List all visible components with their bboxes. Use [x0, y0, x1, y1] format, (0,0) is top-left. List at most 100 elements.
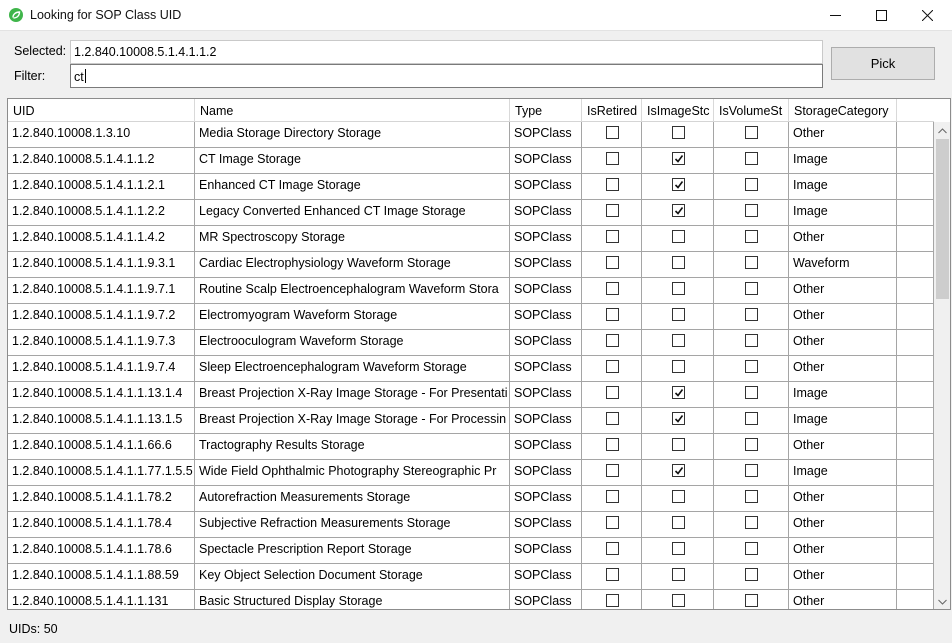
cell-type[interactable]: SOPClass	[510, 538, 582, 564]
checkbox[interactable]	[606, 464, 619, 477]
cell-storagecategory[interactable]: Other	[789, 486, 897, 512]
checkbox[interactable]	[745, 282, 758, 295]
cell-uid[interactable]: 1.2.840.10008.5.1.4.1.1.78.2	[8, 486, 195, 512]
table-row[interactable]: 1.2.840.10008.5.1.4.1.1.2.2 Legacy Conver…	[8, 200, 934, 226]
cell-name[interactable]: Electromyogram Waveform Storage	[195, 304, 510, 330]
checkbox[interactable]	[606, 282, 619, 295]
cell-name[interactable]: Breast Projection X-Ray Image Storage - …	[195, 382, 510, 408]
checkbox[interactable]	[606, 230, 619, 243]
table-row[interactable]: 1.2.840.10008.5.1.4.1.1.131 Basic Structu…	[8, 590, 934, 609]
checkbox[interactable]	[606, 256, 619, 269]
checkbox[interactable]	[672, 204, 685, 217]
table-row[interactable]: 1.2.840.10008.5.1.4.1.1.9.7.1 Routine Sca…	[8, 278, 934, 304]
table-row[interactable]: 1.2.840.10008.5.1.4.1.1.9.3.1 Cardiac Ele…	[8, 252, 934, 278]
table-row[interactable]: 1.2.840.10008.5.1.4.1.1.88.59 Key Object …	[8, 564, 934, 590]
column-header-uid[interactable]: UID	[8, 99, 195, 122]
checkbox[interactable]	[606, 152, 619, 165]
cell-name[interactable]: Spectacle Prescription Report Storage	[195, 538, 510, 564]
cell-storagecategory[interactable]: Waveform	[789, 252, 897, 278]
checkbox[interactable]	[745, 178, 758, 191]
cell-storagecategory[interactable]: Image	[789, 382, 897, 408]
cell-name[interactable]: Routine Scalp Electroencephalogram Wavef…	[195, 278, 510, 304]
checkbox[interactable]	[745, 308, 758, 321]
cell-type[interactable]: SOPClass	[510, 148, 582, 174]
cell-name[interactable]: Cardiac Electrophysiology Waveform Stora…	[195, 252, 510, 278]
checkbox[interactable]	[745, 152, 758, 165]
cell-name[interactable]: Enhanced CT Image Storage	[195, 174, 510, 200]
vertical-scrollbar[interactable]	[934, 122, 950, 609]
checkbox[interactable]	[672, 230, 685, 243]
pick-button[interactable]: Pick	[831, 47, 935, 80]
checkbox[interactable]	[606, 490, 619, 503]
cell-storagecategory[interactable]: Other	[789, 356, 897, 382]
checkbox[interactable]	[745, 516, 758, 529]
table-row[interactable]: 1.2.840.10008.5.1.4.1.1.2 CT Image Storag…	[8, 148, 934, 174]
cell-storagecategory[interactable]: Other	[789, 564, 897, 590]
cell-storagecategory[interactable]: Other	[789, 330, 897, 356]
cell-uid[interactable]: 1.2.840.10008.5.1.4.1.1.2.2	[8, 200, 195, 226]
table-row[interactable]: 1.2.840.10008.5.1.4.1.1.78.6 Spectacle Pr…	[8, 538, 934, 564]
checkbox[interactable]	[745, 412, 758, 425]
cell-name[interactable]: MR Spectroscopy Storage	[195, 226, 510, 252]
checkbox[interactable]	[672, 360, 685, 373]
cell-uid[interactable]: 1.2.840.10008.5.1.4.1.1.66.6	[8, 434, 195, 460]
checkbox[interactable]	[672, 568, 685, 581]
cell-uid[interactable]: 1.2.840.10008.5.1.4.1.1.2.1	[8, 174, 195, 200]
cell-storagecategory[interactable]: Image	[789, 408, 897, 434]
checkbox[interactable]	[672, 178, 685, 191]
checkbox[interactable]	[672, 464, 685, 477]
checkbox[interactable]	[672, 386, 685, 399]
checkbox[interactable]	[606, 178, 619, 191]
checkbox[interactable]	[672, 256, 685, 269]
scroll-down-icon[interactable]	[934, 593, 950, 609]
checkbox[interactable]	[606, 568, 619, 581]
cell-name[interactable]: Basic Structured Display Storage	[195, 590, 510, 609]
checkbox[interactable]	[606, 412, 619, 425]
table-row[interactable]: 1.2.840.10008.5.1.4.1.1.78.4 Subjective R…	[8, 512, 934, 538]
cell-type[interactable]: SOPClass	[510, 590, 582, 609]
cell-name[interactable]: Wide Field Ophthalmic Photography Stereo…	[195, 460, 510, 486]
cell-storagecategory[interactable]: Image	[789, 148, 897, 174]
checkbox[interactable]	[606, 204, 619, 217]
cell-storagecategory[interactable]: Other	[789, 122, 897, 148]
table-row[interactable]: 1.2.840.10008.5.1.4.1.1.4.2 MR Spectrosco…	[8, 226, 934, 252]
table-row[interactable]: 1.2.840.10008.5.1.4.1.1.9.7.2 Electromyog…	[8, 304, 934, 330]
scroll-up-icon[interactable]	[934, 122, 950, 139]
checkbox[interactable]	[745, 438, 758, 451]
checkbox[interactable]	[745, 334, 758, 347]
cell-uid[interactable]: 1.2.840.10008.5.1.4.1.1.78.4	[8, 512, 195, 538]
minimize-button[interactable]	[812, 0, 858, 31]
cell-type[interactable]: SOPClass	[510, 226, 582, 252]
checkbox[interactable]	[745, 230, 758, 243]
cell-type[interactable]: SOPClass	[510, 330, 582, 356]
cell-type[interactable]: SOPClass	[510, 278, 582, 304]
checkbox[interactable]	[672, 516, 685, 529]
cell-storagecategory[interactable]: Other	[789, 226, 897, 252]
column-header-storagecategory[interactable]: StorageCategory	[789, 99, 897, 122]
table-row[interactable]: 1.2.840.10008.5.1.4.1.1.78.2 Autorefracti…	[8, 486, 934, 512]
table-row[interactable]: 1.2.840.10008.5.1.4.1.1.2.1 Enhanced CT I…	[8, 174, 934, 200]
checkbox[interactable]	[672, 412, 685, 425]
table-row[interactable]: 1.2.840.10008.5.1.4.1.1.13.1.4 Breast Pro…	[8, 382, 934, 408]
scrollbar-thumb[interactable]	[936, 139, 949, 299]
cell-uid[interactable]: 1.2.840.10008.5.1.4.1.1.13.1.4	[8, 382, 195, 408]
checkbox[interactable]	[672, 542, 685, 555]
cell-type[interactable]: SOPClass	[510, 252, 582, 278]
checkbox[interactable]	[745, 386, 758, 399]
checkbox[interactable]	[672, 308, 685, 321]
checkbox[interactable]	[606, 334, 619, 347]
close-button[interactable]	[904, 0, 950, 31]
cell-name[interactable]: Subjective Refraction Measurements Stora…	[195, 512, 510, 538]
cell-type[interactable]: SOPClass	[510, 304, 582, 330]
cell-type[interactable]: SOPClass	[510, 174, 582, 200]
table-row[interactable]: 1.2.840.10008.5.1.4.1.1.13.1.5 Breast Pro…	[8, 408, 934, 434]
cell-name[interactable]: Autorefraction Measurements Storage	[195, 486, 510, 512]
checkbox[interactable]	[672, 126, 685, 139]
checkbox[interactable]	[606, 516, 619, 529]
checkbox[interactable]	[672, 334, 685, 347]
cell-storagecategory[interactable]: Other	[789, 434, 897, 460]
cell-storagecategory[interactable]: Other	[789, 538, 897, 564]
cell-type[interactable]: SOPClass	[510, 486, 582, 512]
cell-uid[interactable]: 1.2.840.10008.5.1.4.1.1.77.1.5.5	[8, 460, 195, 486]
table-row[interactable]: 1.2.840.10008.1.3.10 Media Storage Direct…	[8, 122, 934, 148]
